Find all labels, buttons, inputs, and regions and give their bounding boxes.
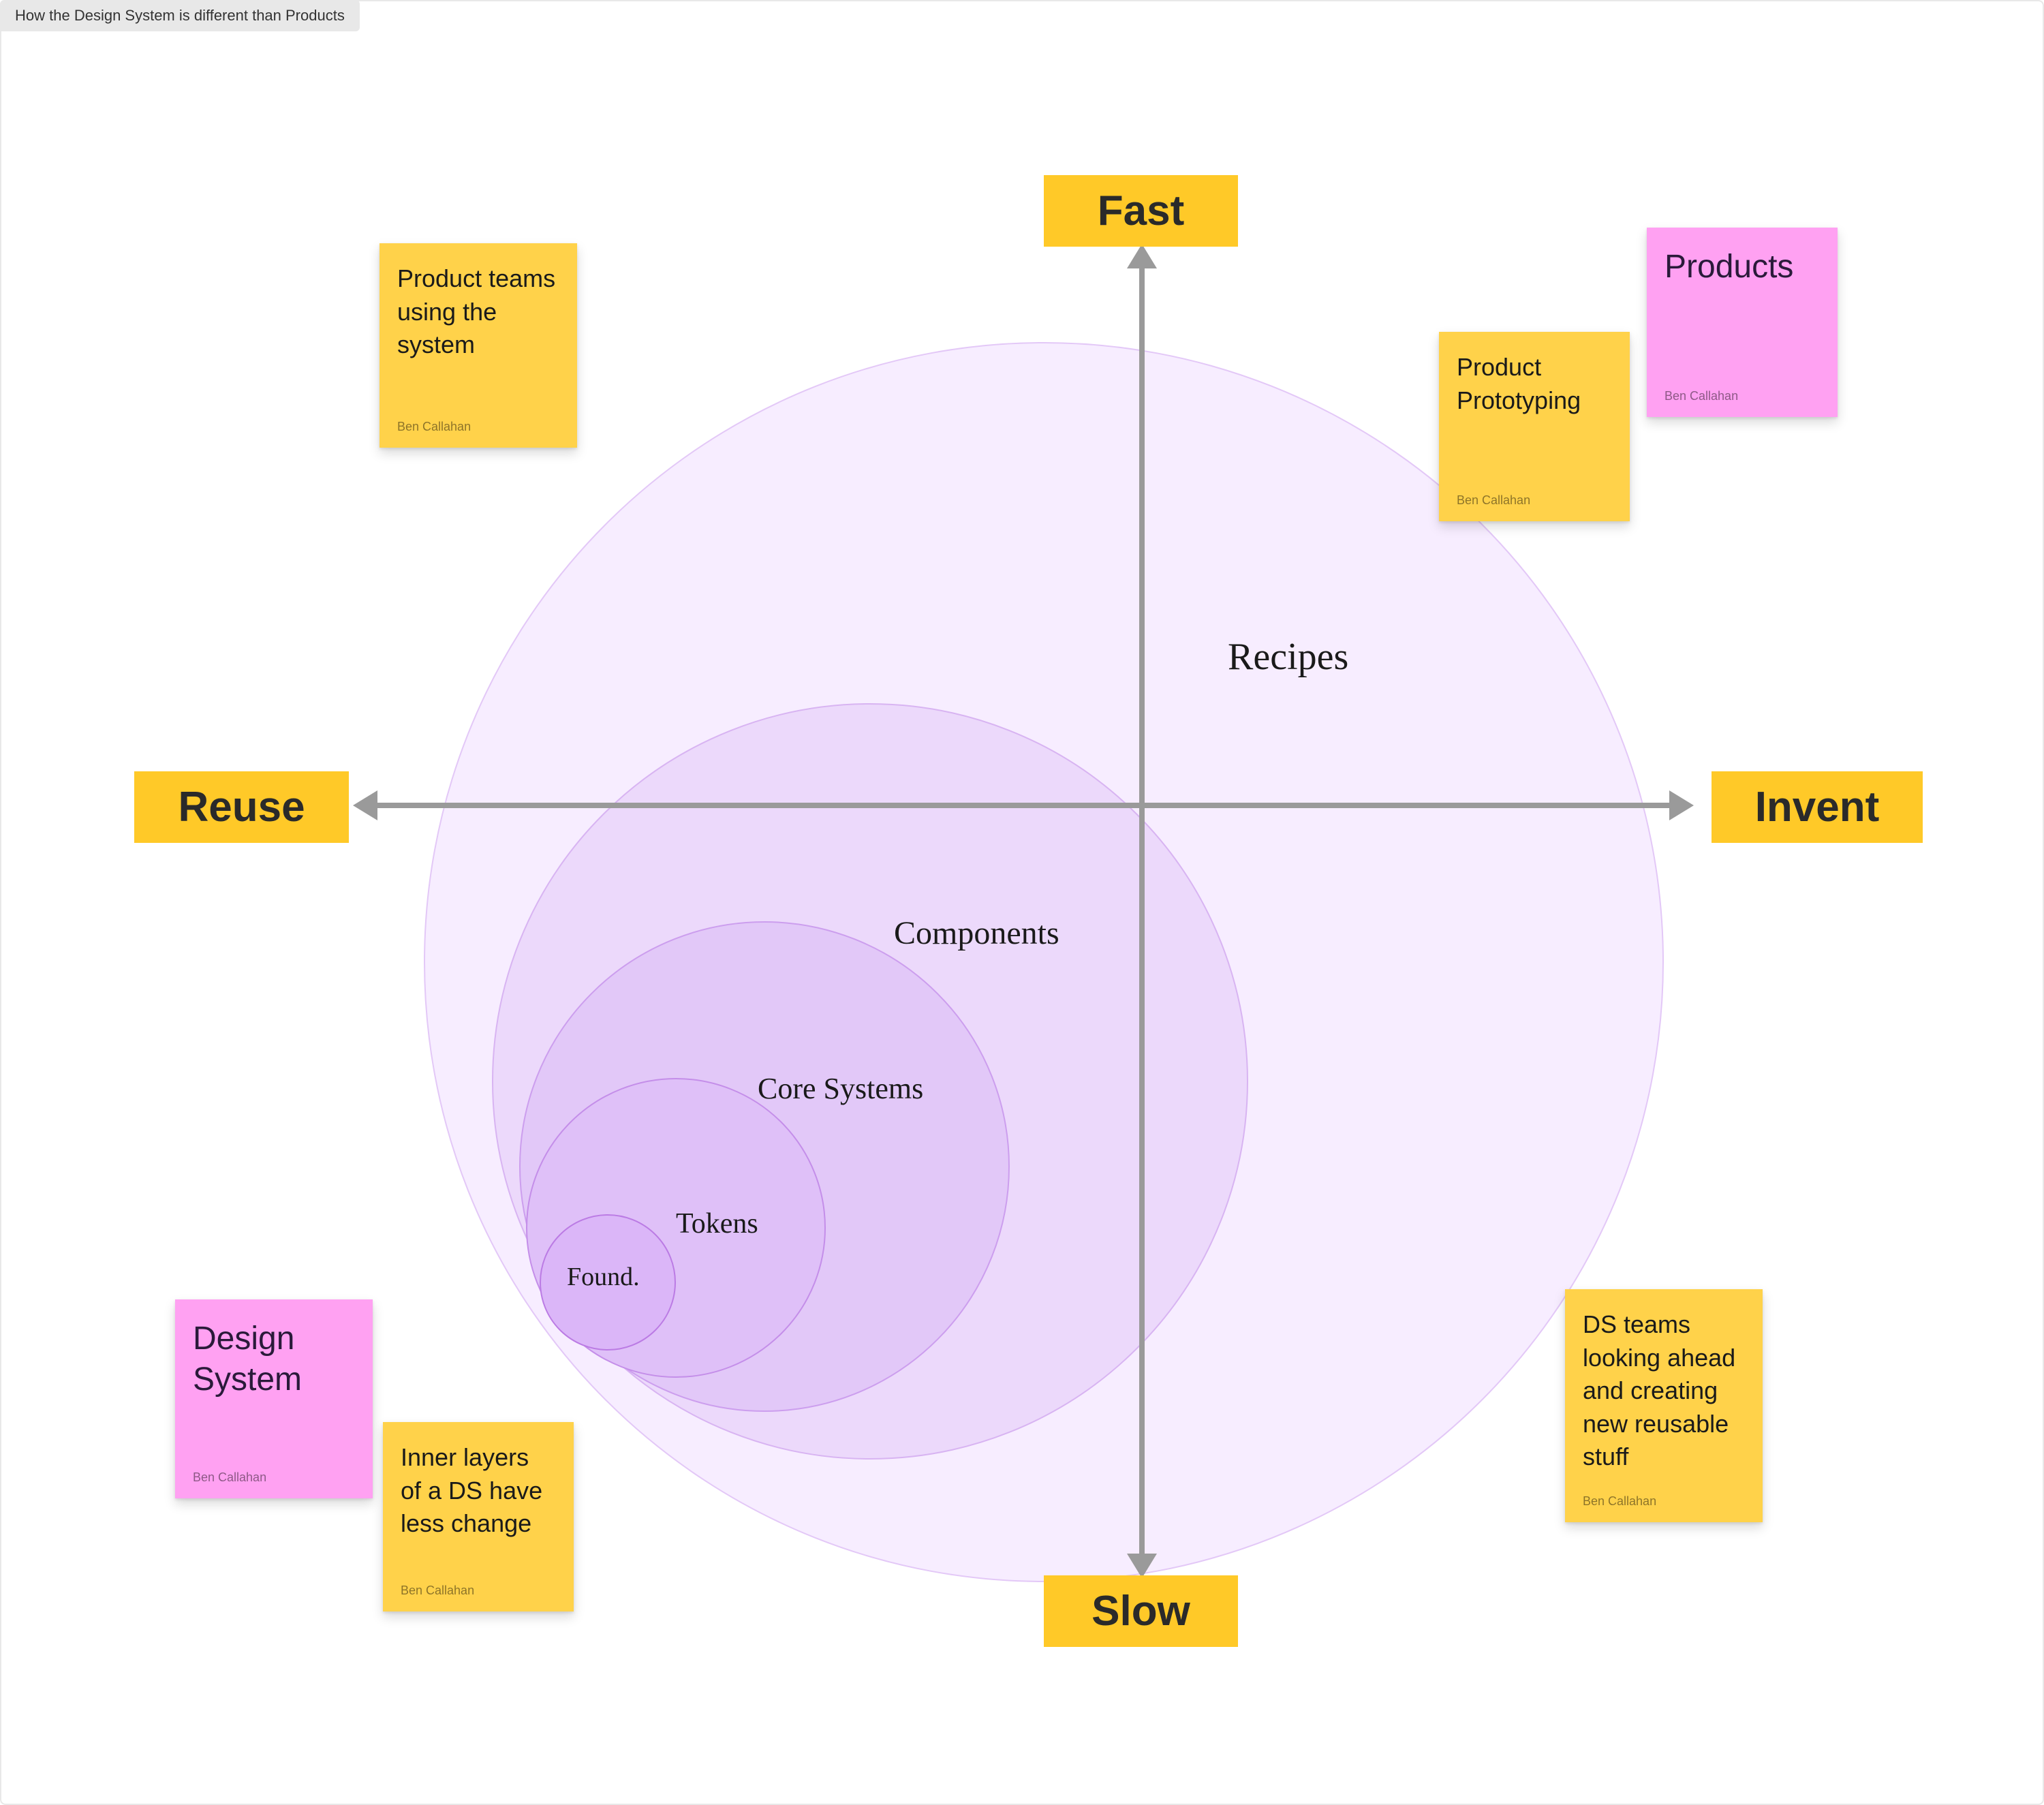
sticky-text: Products (1664, 247, 1820, 288)
arrowhead-up-icon (1127, 244, 1157, 268)
sticky-author: Ben Callahan (401, 1584, 556, 1598)
sticky-ds-teams[interactable]: DS teams looking ahead and creating new … (1565, 1289, 1763, 1522)
axis-label-reuse: Reuse (134, 771, 349, 843)
arrowhead-down-icon (1127, 1554, 1157, 1578)
sticky-author: Ben Callahan (1664, 389, 1820, 403)
sticky-text: Inner layers of a DS have less change (401, 1441, 556, 1541)
label-foundations: Found. (567, 1262, 640, 1292)
axis-horizontal (369, 803, 1677, 808)
sticky-text: Product Prototyping (1457, 351, 1612, 417)
sticky-inner-layers[interactable]: Inner layers of a DS have less change Be… (383, 1422, 574, 1611)
axis-label-fast: Fast (1044, 175, 1238, 247)
sticky-design-system[interactable]: Design System Ben Callahan (175, 1299, 373, 1498)
arrowhead-left-icon (353, 790, 377, 820)
label-tokens: Tokens (676, 1207, 758, 1240)
axis-label-slow: Slow (1044, 1575, 1238, 1647)
diagram-frame: How the Design System is different than … (0, 0, 2044, 1805)
label-components: Components (894, 914, 1059, 952)
frame-title: How the Design System is different than … (0, 0, 360, 31)
sticky-text: Design System (193, 1318, 355, 1400)
sticky-text: DS teams looking ahead and creating new … (1583, 1308, 1745, 1474)
arrowhead-right-icon (1669, 790, 1694, 820)
sticky-author: Ben Callahan (397, 420, 559, 434)
sticky-text: Product teams using the system (397, 262, 559, 362)
sticky-product-prototyping[interactable]: Product Prototyping Ben Callahan (1439, 332, 1630, 521)
sticky-author: Ben Callahan (193, 1470, 355, 1485)
sticky-author: Ben Callahan (1457, 493, 1612, 508)
label-core-systems: Core Systems (758, 1071, 923, 1106)
sticky-product-teams[interactable]: Product teams using the system Ben Calla… (380, 243, 577, 448)
axis-vertical (1139, 260, 1145, 1562)
label-recipes: Recipes (1228, 635, 1348, 679)
sticky-author: Ben Callahan (1583, 1494, 1745, 1509)
sticky-products[interactable]: Products Ben Callahan (1647, 228, 1838, 417)
axis-label-invent: Invent (1712, 771, 1923, 843)
